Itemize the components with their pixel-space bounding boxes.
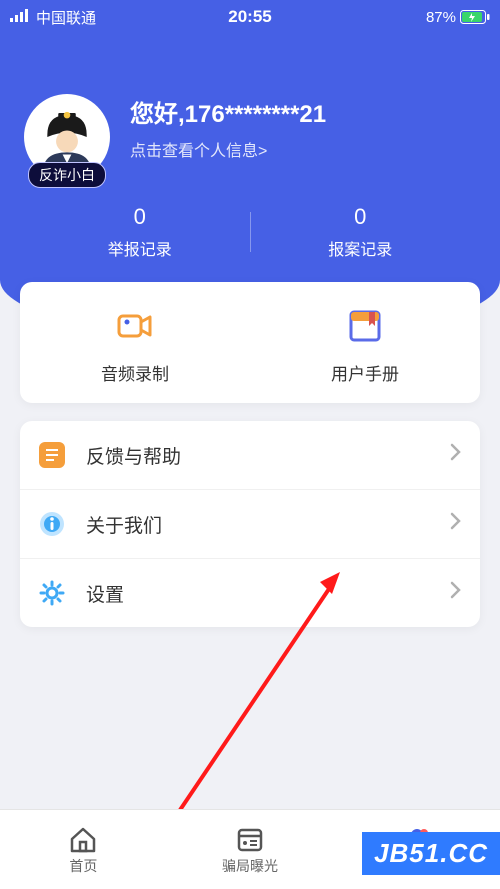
action-manual-label: 用户手册 — [250, 360, 480, 385]
action-card: 音频录制 用户手册 — [20, 282, 480, 403]
watermark: JB51.CC — [362, 832, 500, 875]
menu-list: 反馈与帮助 关于我们 设置 — [20, 421, 480, 627]
profile-section[interactable]: 反诈小白 您好,176********21 点击查看个人信息> — [0, 34, 500, 180]
video-camera-icon — [113, 304, 157, 348]
avatar-badge: 反诈小白 — [28, 162, 106, 188]
status-bar: 中国联通 20:55 87% — [0, 0, 500, 34]
news-icon — [167, 824, 334, 856]
stat-case-label: 报案记录 — [251, 236, 471, 260]
menu-feedback-label: 反馈与帮助 — [86, 442, 181, 469]
stat-case[interactable]: 0 报案记录 — [251, 204, 471, 260]
stat-report-count: 0 — [30, 204, 250, 230]
clock: 20:55 — [228, 7, 271, 27]
nav-home[interactable]: 首页 — [0, 824, 167, 876]
menu-feedback[interactable]: 反馈与帮助 — [20, 421, 480, 489]
nav-scam-label: 骗局曝光 — [167, 856, 334, 876]
info-icon — [38, 510, 66, 538]
battery-text: 87% — [426, 9, 456, 26]
feedback-icon — [38, 441, 66, 469]
chevron-right-icon — [450, 581, 462, 605]
action-audio-record[interactable]: 音频录制 — [20, 304, 250, 385]
home-icon — [0, 824, 167, 856]
nav-scam[interactable]: 骗局曝光 — [167, 824, 334, 876]
chevron-right-icon — [450, 443, 462, 467]
stat-case-count: 0 — [251, 204, 471, 230]
action-user-manual[interactable]: 用户手册 — [250, 304, 480, 385]
menu-settings-label: 设置 — [86, 580, 124, 607]
chevron-right-icon — [450, 512, 462, 536]
menu-about-label: 关于我们 — [86, 511, 162, 538]
nav-home-label: 首页 — [0, 856, 167, 876]
signal-icon — [10, 8, 30, 26]
profile-sub-link[interactable]: 点击查看个人信息> — [130, 137, 326, 161]
battery-icon — [460, 10, 490, 24]
greeting-text: 您好,176********21 — [130, 94, 326, 129]
stat-report[interactable]: 0 举报记录 — [30, 204, 250, 260]
stats-row: 0 举报记录 0 报案记录 — [0, 204, 500, 260]
menu-settings[interactable]: 设置 — [20, 558, 480, 627]
book-icon — [343, 304, 387, 348]
stat-report-label: 举报记录 — [30, 236, 250, 260]
gear-icon — [38, 579, 66, 607]
carrier-text: 中国联通 — [36, 7, 96, 28]
menu-about[interactable]: 关于我们 — [20, 489, 480, 558]
action-audio-label: 音频录制 — [20, 360, 250, 385]
